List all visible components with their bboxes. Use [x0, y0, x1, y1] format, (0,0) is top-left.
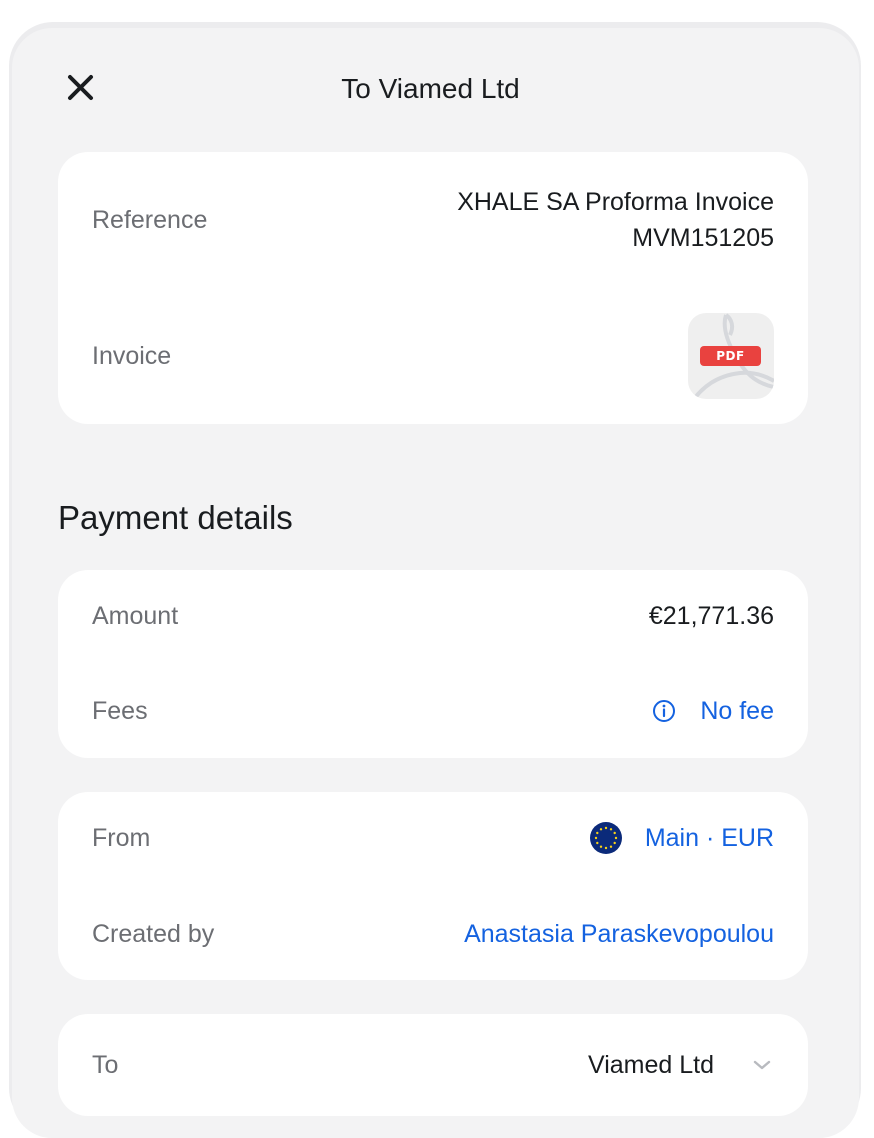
source-card: From Main · EUR Created by Anastasia Par… — [58, 792, 808, 980]
amount-value: €21,771.36 — [648, 601, 774, 630]
amount-row: Amount €21,771.36 — [92, 596, 774, 636]
from-value: Main · EUR — [644, 823, 774, 852]
pdf-badge: PDF — [700, 346, 761, 366]
chevron-down-icon[interactable] — [750, 1053, 774, 1077]
from-account-link[interactable]: Main · EUR — [589, 821, 774, 855]
reference-value-line1: XHALE SA Proforma Invoice — [457, 188, 774, 216]
fees-value: No fee — [700, 696, 774, 725]
payment-details-heading: Payment details — [58, 499, 293, 536]
reference-label: Reference — [92, 205, 208, 234]
from-label: From — [92, 823, 151, 852]
fees-label: Fees — [92, 696, 148, 725]
created-by-value[interactable]: Anastasia Paraskevopoulou — [464, 920, 774, 949]
reference-card: Reference XHALE SA Proforma Invoice MVM1… — [58, 152, 808, 424]
to-row[interactable]: To Viamed Ltd — [92, 1044, 774, 1086]
amount-card: Amount €21,771.36 Fees No fee — [58, 570, 808, 758]
to-value: Viamed Ltd — [587, 1050, 714, 1079]
to-label: To — [92, 1050, 119, 1079]
reference-row: Reference XHALE SA Proforma Invoice MVM1… — [92, 180, 774, 260]
reference-value: XHALE SA Proforma Invoice MVM151205 — [457, 184, 774, 256]
created-by-label: Created by — [92, 919, 215, 948]
invoice-pdf-thumbnail[interactable]: PDF — [688, 313, 774, 399]
created-by-row: Created by Anastasia Paraskevopoulou — [92, 914, 774, 954]
invoice-row: Invoice PDF — [92, 312, 774, 400]
invoice-label: Invoice — [92, 341, 172, 370]
eu-flag-icon — [589, 822, 622, 854]
amount-label: Amount — [92, 601, 179, 630]
panel-header: To Viamed Ltd — [12, 28, 859, 148]
to-recipient[interactable]: Viamed Ltd — [588, 1051, 774, 1080]
info-icon — [653, 700, 676, 722]
fees-link[interactable]: No fee — [652, 697, 774, 726]
fees-row: Fees No fee — [92, 691, 774, 731]
from-row: From Main · EUR — [92, 818, 774, 858]
page-title: To Viamed Ltd — [341, 73, 520, 104]
recipient-card: To Viamed Ltd — [58, 1014, 808, 1116]
reference-value-line2: MVM151205 — [632, 224, 774, 252]
